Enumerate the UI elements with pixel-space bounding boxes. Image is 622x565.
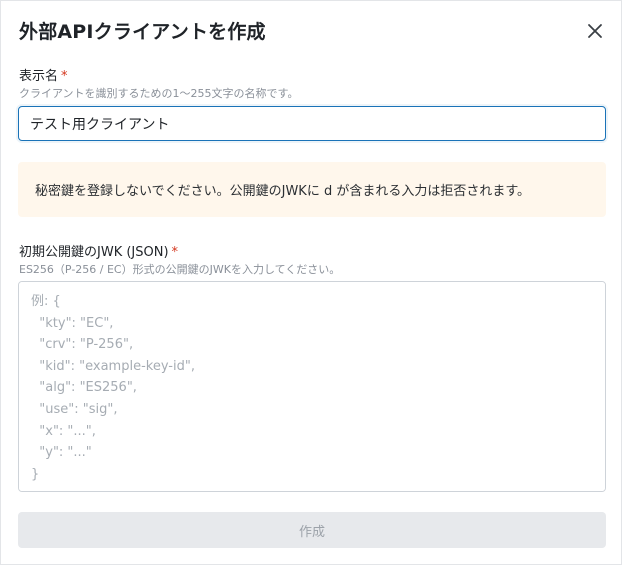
jwk-label-text: 初期公開鍵のJWK (JSON) xyxy=(19,245,169,260)
create-api-client-dialog: 外部APIクライアントを作成 表示名 * クライアントを識別するための1〜255文… xyxy=(0,0,622,565)
close-icon xyxy=(588,24,602,38)
display-name-hint: クライアントを識別するための1〜255文字の名称です。 xyxy=(19,87,299,100)
create-button[interactable]: 作成 xyxy=(18,512,606,548)
warning-text: 秘密鍵を登録しないでください。公開鍵のJWKに d が含まれる入力は拒否されます… xyxy=(35,184,531,199)
display-name-required-mark: * xyxy=(61,69,68,84)
private-key-warning: 秘密鍵を登録しないでください。公開鍵のJWKに d が含まれる入力は拒否されます… xyxy=(18,162,606,217)
display-name-input[interactable] xyxy=(18,106,606,141)
display-name-label-text: 表示名 xyxy=(19,69,59,84)
dialog-title: 外部APIクライアントを作成 xyxy=(19,21,266,43)
display-name-label: 表示名 * xyxy=(19,65,68,84)
jwk-json-textarea[interactable] xyxy=(18,281,606,492)
close-button[interactable] xyxy=(583,19,607,43)
jwk-label: 初期公開鍵のJWK (JSON) * xyxy=(19,241,178,260)
jwk-required-mark: * xyxy=(171,245,179,260)
jwk-hint: ES256（P-256 / EC）形式の公開鍵のJWKを入力してください。 xyxy=(19,263,341,276)
